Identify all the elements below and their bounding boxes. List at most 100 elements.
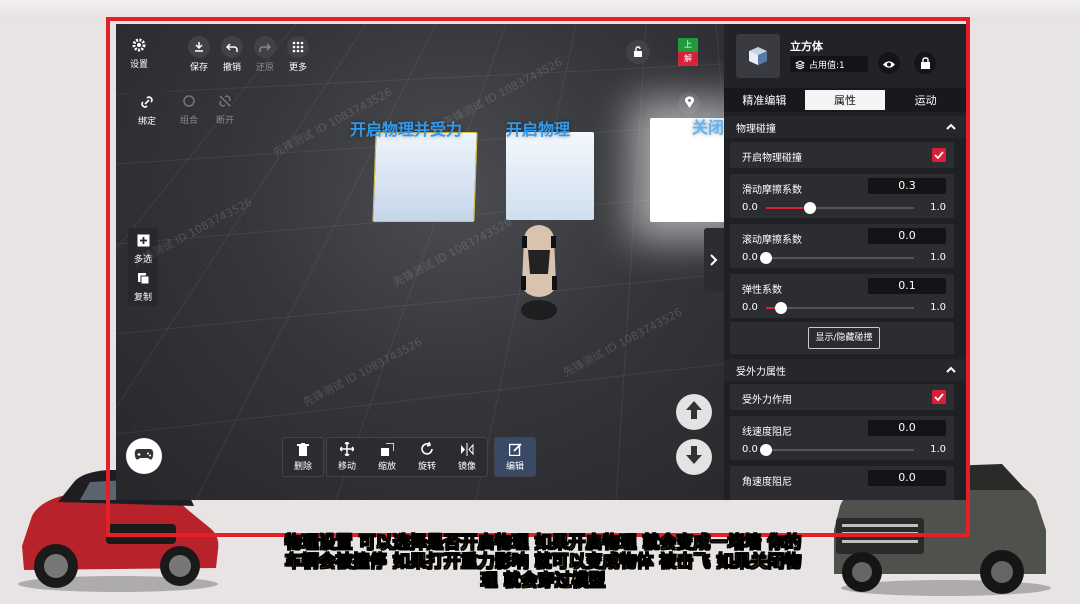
properties-panel: 立方体 占用值:1 精准编辑 属性 运动 物理碰撞 开启物理碰撞 滑动摩擦系数 … <box>724 24 966 500</box>
occupancy-box: 占用值:1 <box>790 56 868 72</box>
external-force-enable-row: 受外力作用 <box>730 384 954 410</box>
scene-label-physics: 开启物理 <box>506 120 571 139</box>
tab-motion[interactable]: 运动 <box>885 88 966 112</box>
rotate-icon <box>420 441 434 459</box>
angular-damping-input[interactable]: 0.0 <box>868 470 946 486</box>
save-button[interactable]: 保存 <box>186 36 212 73</box>
caption-line-3: 理 就会穿过模型 <box>480 571 606 591</box>
physics-collision-header[interactable]: 物理碰撞 <box>724 116 966 138</box>
slider-knob[interactable] <box>774 302 787 314</box>
object-name: 立方体 <box>790 40 823 53</box>
undo-icon <box>221 36 243 58</box>
slider-knob[interactable] <box>760 252 772 264</box>
arrow-up-icon <box>685 400 703 424</box>
lock-icon <box>920 54 931 73</box>
physics-enable-row: 开启物理碰撞 <box>730 142 954 168</box>
sliding-friction-slider[interactable] <box>766 202 914 214</box>
panel-toggle-button[interactable] <box>704 228 724 292</box>
select-tool-group: 多选 复制 <box>128 228 158 306</box>
move-button[interactable]: 移动 <box>327 438 367 476</box>
badge-bottom: 解 <box>678 52 698 66</box>
player-car[interactable] <box>514 222 564 322</box>
panel-tabs: 精准编辑 属性 运动 <box>724 88 966 112</box>
slider-knob[interactable] <box>804 202 817 214</box>
cube-icon <box>749 47 767 65</box>
link-icon <box>128 95 166 112</box>
rolling-friction-row: 滚动摩擦系数 0.0 0.0 1.0 <box>730 224 954 268</box>
edit-tool-group: 编辑 <box>494 437 536 477</box>
tab-precise-edit[interactable]: 精准编辑 <box>724 88 805 112</box>
settings-button[interactable]: 设置 <box>124 38 154 70</box>
badge-top: 上 <box>678 38 698 52</box>
linear-damping-input[interactable]: 0.0 <box>868 420 946 436</box>
cube-physics-force[interactable] <box>372 132 478 222</box>
elasticity-row: 弹性系数 0.1 0.0 1.0 <box>730 274 954 318</box>
physics-enable-checkbox[interactable] <box>932 148 946 162</box>
external-force-header[interactable]: 受外力属性 <box>724 359 966 381</box>
disconnect-button[interactable]: 断开 <box>210 94 240 126</box>
redo-button[interactable]: 还原 <box>252 36 278 73</box>
elasticity-input[interactable]: 0.1 <box>868 278 946 294</box>
scale-icon <box>380 441 395 459</box>
linear-damping-slider[interactable] <box>760 444 914 456</box>
editor-viewport[interactable]: 设置 保存 撤销 还原 更多 绑定 组合 断开 多选 复制 上 解 开启物理并受… <box>116 24 724 500</box>
caption-line-1: 物理设置 可以选择是否开启物理 如果开启物理 就会变成一堵墙 你的 <box>284 533 802 553</box>
object-header: 立方体 占用值:1 <box>724 24 966 88</box>
visibility-button[interactable] <box>878 52 900 74</box>
bind-button[interactable]: 绑定 <box>128 90 166 128</box>
combine-icon <box>174 94 204 111</box>
rolling-friction-input[interactable]: 0.0 <box>868 228 946 244</box>
collision-toggle-row: 显示/隐藏碰撞 <box>730 322 954 354</box>
camera-down-button[interactable] <box>676 439 712 475</box>
sliding-friction-input[interactable]: 0.3 <box>868 178 946 194</box>
grid-dots-icon <box>287 36 309 58</box>
undo-button[interactable]: 撤销 <box>219 36 245 73</box>
layers-icon <box>794 55 806 74</box>
caption-line-2: 车辆会被撞停 如果打开重力影响 就可以变成物体 被击飞 如果关闭物 <box>284 552 802 572</box>
chevron-up-icon <box>946 122 956 133</box>
edit-icon <box>508 442 522 459</box>
redo-icon <box>254 36 276 58</box>
delete-tool-group: 删除 <box>282 437 324 477</box>
gamepad-icon <box>134 447 154 466</box>
chevron-right-icon <box>710 251 718 270</box>
location-button[interactable] <box>678 92 700 114</box>
transform-tool-group: 移动 缩放 旋转 镜像 <box>326 437 488 477</box>
copy-button[interactable]: 复制 <box>128 272 158 303</box>
rolling-friction-slider[interactable] <box>760 252 914 264</box>
map-pin-icon <box>684 94 695 113</box>
move-icon <box>338 440 356 459</box>
cube-physics[interactable] <box>506 132 594 220</box>
elasticity-slider[interactable] <box>766 302 914 314</box>
save-icon <box>188 36 210 58</box>
slider-knob[interactable] <box>760 444 772 456</box>
layer-badge[interactable]: 上 解 <box>678 38 698 66</box>
unlock-icon <box>632 43 644 62</box>
mirror-button[interactable]: 镜像 <box>447 438 487 476</box>
delete-button[interactable]: 删除 <box>283 438 323 476</box>
tab-properties[interactable]: 属性 <box>804 90 886 110</box>
scene-label-off: 关闭 <box>692 118 724 137</box>
more-button[interactable]: 更多 <box>285 36 311 73</box>
gamepad-button[interactable] <box>126 438 162 474</box>
toggle-collision-button[interactable]: 显示/隐藏碰撞 <box>808 327 880 349</box>
object-thumbnail <box>736 34 780 78</box>
camera-up-button[interactable] <box>676 394 712 430</box>
scene-label-physics-force: 开启物理并受力 <box>350 120 463 139</box>
eye-icon <box>882 54 896 73</box>
scale-button[interactable]: 缩放 <box>367 438 407 476</box>
lock-button[interactable] <box>914 52 936 74</box>
rotate-button[interactable]: 旋转 <box>407 438 447 476</box>
sliding-friction-row: 滑动摩擦系数 0.3 0.0 1.0 <box>730 174 954 218</box>
check-icon <box>934 393 944 401</box>
check-icon <box>934 151 944 159</box>
combine-button[interactable]: 组合 <box>174 94 204 126</box>
unlock-button[interactable] <box>626 40 650 64</box>
edit-button[interactable]: 编辑 <box>495 438 535 476</box>
plus-square-icon <box>128 234 158 250</box>
trash-icon <box>297 442 309 459</box>
bind-tool-group: 绑定 组合 断开 <box>128 90 234 128</box>
unlink-icon <box>210 94 240 111</box>
external-force-checkbox[interactable] <box>932 390 946 404</box>
multi-select-button[interactable]: 多选 <box>128 234 158 265</box>
